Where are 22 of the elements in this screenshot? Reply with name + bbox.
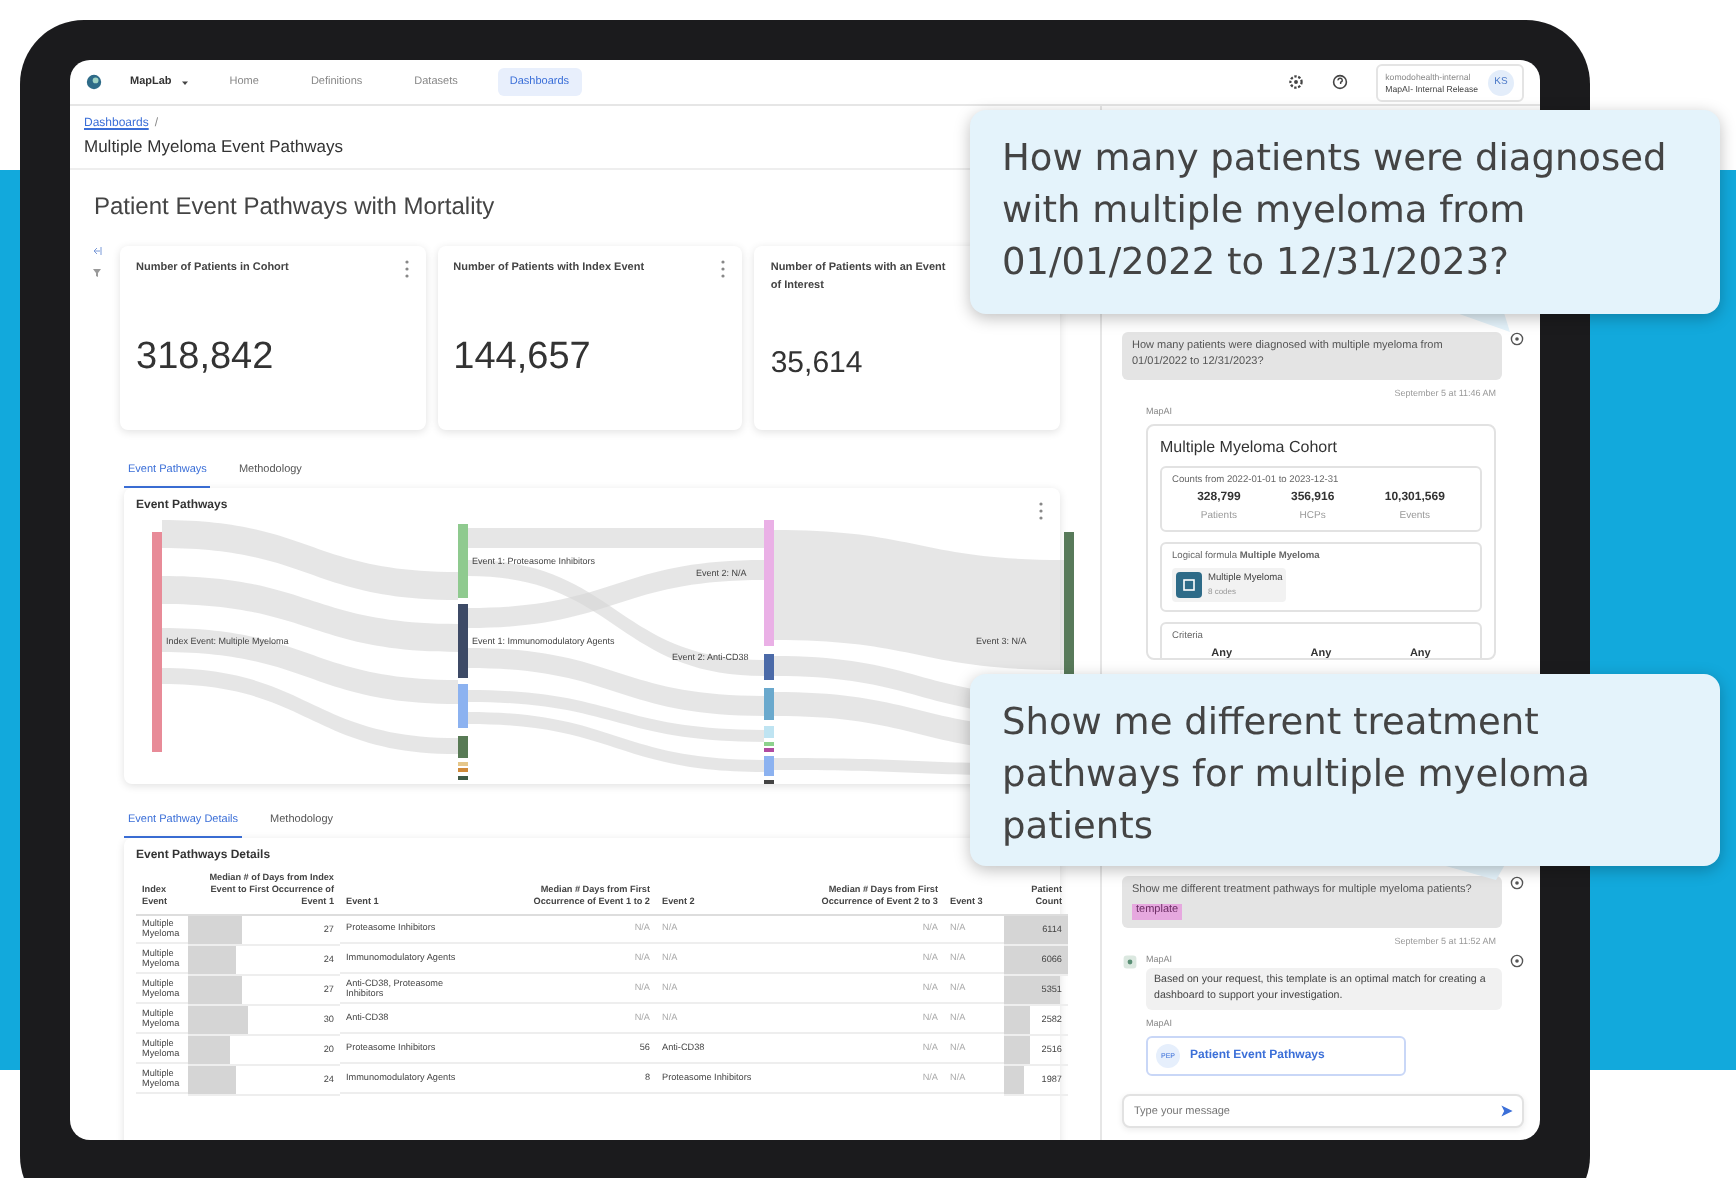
send-icon	[1500, 1104, 1514, 1118]
reaction-icon	[1510, 875, 1524, 890]
logo-icon	[86, 74, 102, 90]
caret-icon	[179, 77, 190, 87]
filter-icon	[91, 268, 101, 278]
settings-icon	[1287, 74, 1304, 90]
bot-avatar-icon	[1122, 953, 1138, 970]
card-value: 35,614	[770, 346, 865, 380]
page-title: Multiple Myeloma Event Pathways	[84, 136, 345, 156]
speech-bubble: How many patients were diagnosed with multiple myeloma from 01/01/2022 to 12/31/2023?	[970, 110, 1720, 314]
collapse-icon	[91, 246, 101, 256]
card-value: 144,657	[453, 336, 593, 380]
dashboard-title: Patient Event Pathways with Mortality	[94, 192, 495, 220]
reaction-icon	[1510, 332, 1524, 346]
reaction-icon	[1510, 953, 1524, 968]
more-icon[interactable]	[403, 260, 410, 278]
more-icon[interactable]	[1038, 502, 1044, 520]
help-icon	[1331, 74, 1348, 90]
cohort-title: Multiple Myeloma Cohort	[1160, 437, 1339, 456]
card-value: 318,842	[136, 336, 276, 380]
formula-icon	[1176, 571, 1202, 598]
more-icon[interactable]	[720, 260, 727, 278]
